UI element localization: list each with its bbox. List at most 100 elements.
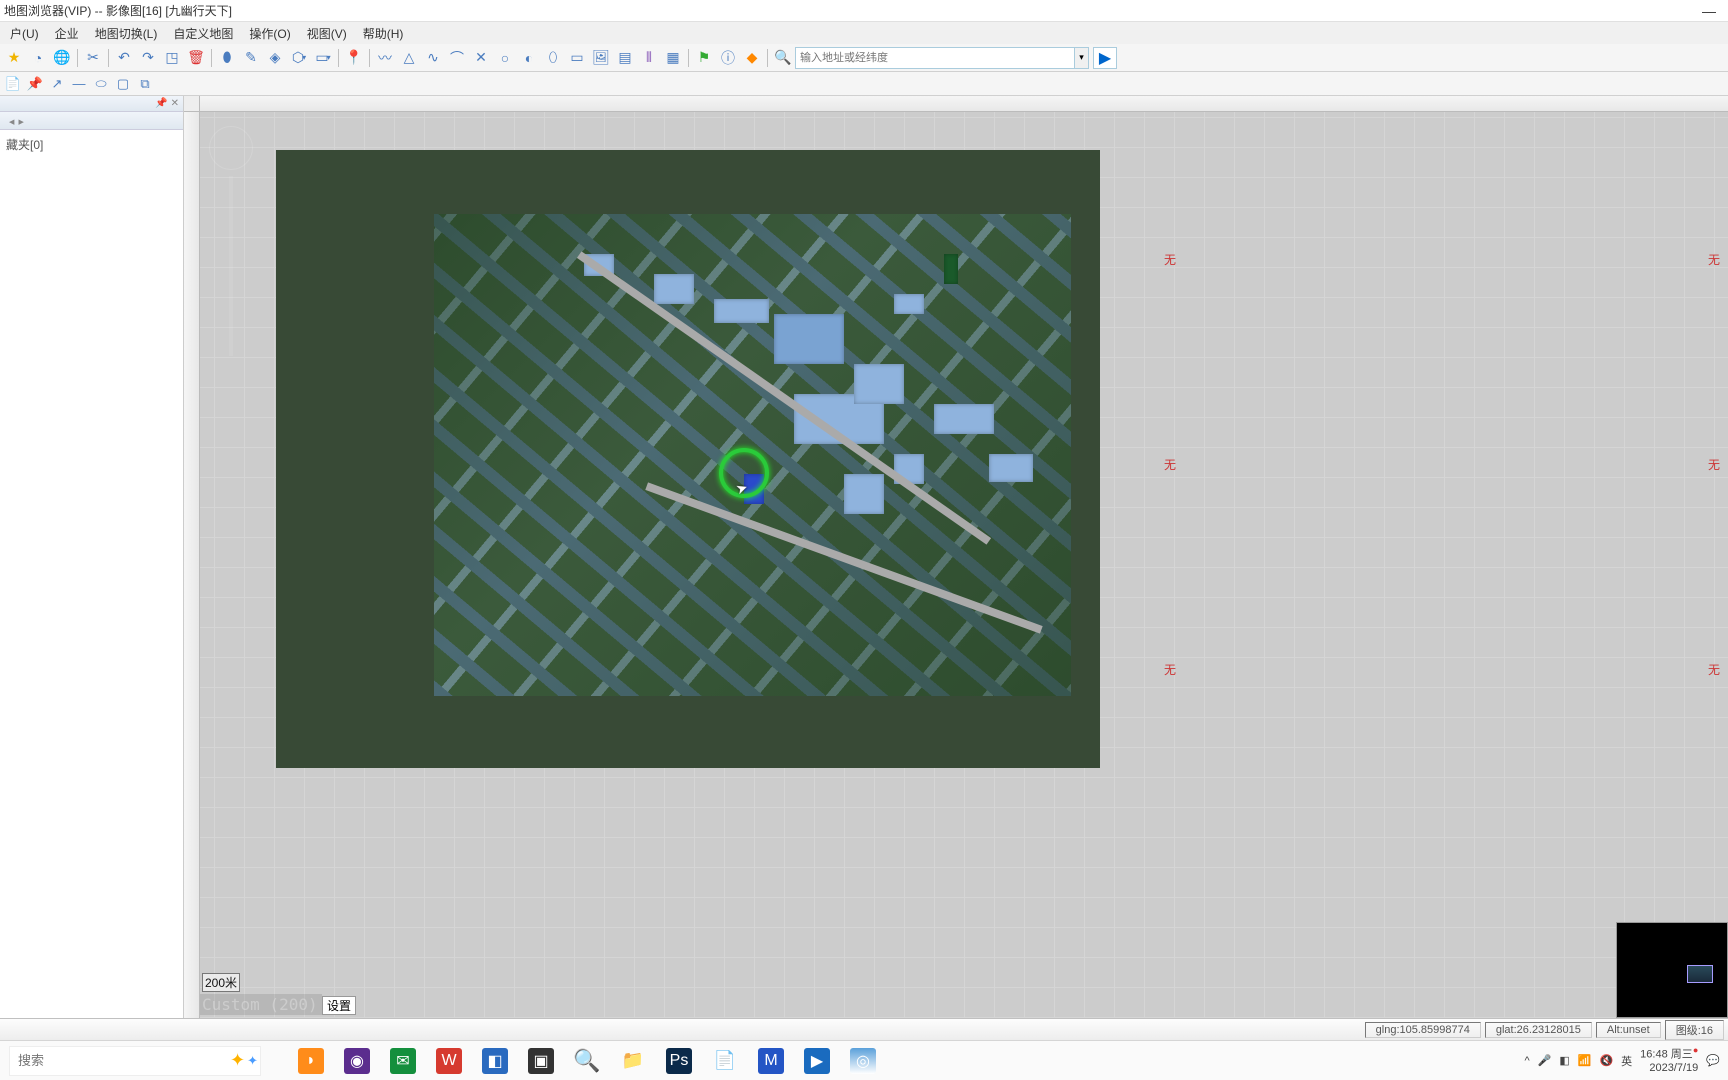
favorite-icon[interactable]: ★ <box>2 46 26 70</box>
app-video-icon[interactable]: ▶ <box>804 1048 830 1074</box>
zoom-slider[interactable] <box>229 176 233 356</box>
oval-icon[interactable]: ⬭ <box>90 74 112 94</box>
tray-notification-icon[interactable]: 💬 <box>1706 1054 1720 1067</box>
sidebar-header: 📌 ✕ <box>0 96 183 112</box>
pin-icon[interactable]: 📍 <box>342 46 366 70</box>
windows-taskbar: ✦✦ ◗ ◉ ✉ W ◧ ▣ 🔍 📁 Ps 📄 M ▶ ◎ ^ 🎤 ◧ 📶 🔇 … <box>0 1040 1728 1080</box>
overview-viewport <box>1687 965 1713 983</box>
no-tile-label: 无 <box>1708 661 1720 678</box>
app-explorer-icon[interactable]: 📁 <box>620 1048 646 1074</box>
no-tile-label: 无 <box>1164 251 1176 268</box>
menu-help[interactable]: 帮助(H) <box>355 22 412 44</box>
overview-map[interactable] <box>1616 922 1728 1018</box>
settings-button[interactable]: 设置 <box>322 996 356 1015</box>
rect-shape-icon[interactable]: ▭ <box>565 46 589 70</box>
flag-icon[interactable]: ⚑ <box>692 46 716 70</box>
tag-icon[interactable]: ◈ <box>263 46 287 70</box>
taskbar-search-input[interactable] <box>10 1047 260 1075</box>
ellipse-icon[interactable]: ⬯ <box>541 46 565 70</box>
app-sketchup-icon[interactable]: ◧ <box>482 1048 508 1074</box>
menu-enterprise[interactable]: 企业 <box>47 22 87 44</box>
status-lng: glng:105.85998774 <box>1365 1022 1481 1038</box>
sidebar-tabbar: ◀ ▶ <box>0 112 183 130</box>
app-wechat-icon[interactable]: ✉ <box>390 1048 416 1074</box>
minimize-button[interactable]: — <box>1694 3 1724 19</box>
pin-panel-icon[interactable]: 📌 <box>155 98 167 109</box>
layer-icon[interactable]: ◆ <box>740 46 764 70</box>
search-go-button[interactable]: ▶ <box>1093 47 1117 69</box>
pushpin-icon[interactable]: 📌 <box>24 74 46 94</box>
status-level: 图级:16 <box>1665 1020 1724 1040</box>
no-tile-label: 无 <box>1708 251 1720 268</box>
address-search-input[interactable] <box>795 47 1075 69</box>
polyline-icon[interactable]: 〰 <box>373 46 397 70</box>
barcode-icon[interactable]: ⦀ <box>637 46 661 70</box>
delete-icon[interactable]: 🗑 <box>184 46 208 70</box>
undo-icon[interactable]: ↶ <box>112 46 136 70</box>
tray-battery-icon[interactable]: ◧ <box>1559 1054 1569 1067</box>
tray-expand-icon[interactable]: ^ <box>1524 1055 1529 1067</box>
info-icon[interactable]: ⓘ <box>716 46 740 70</box>
circle2-icon[interactable]: ◐ <box>517 46 541 70</box>
search-dropdown[interactable]: ▾ <box>1075 47 1089 69</box>
sidebar-tree[interactable]: 藏夹[0] <box>0 130 183 1018</box>
app-m-icon[interactable]: M <box>758 1048 784 1074</box>
polygon-icon[interactable]: △ <box>397 46 421 70</box>
nav-icon[interactable]: ◳ <box>160 46 184 70</box>
taskbar-clock[interactable]: 16:48 周三● 2023/7/19 <box>1640 1045 1698 1075</box>
sidebar-panel: 📌 ✕ ◀ ▶ 藏夹[0] <box>0 96 184 1018</box>
app-terminal-icon[interactable]: ▣ <box>528 1048 554 1074</box>
sidebar-folder-label: 藏夹[0] <box>6 138 43 152</box>
search-tool-icon[interactable]: 🔍 <box>771 46 795 70</box>
app-photoshop-icon[interactable]: Ps <box>666 1048 692 1074</box>
app-purple-icon[interactable]: ◉ <box>344 1048 370 1074</box>
app-browser-icon[interactable]: ◎ <box>850 1048 876 1074</box>
ruler-horizontal <box>200 96 1728 112</box>
menu-user[interactable]: 户(U) <box>2 22 47 44</box>
tray-wifi-icon[interactable]: 📶 <box>1578 1054 1592 1067</box>
window-title: 地图浏览器(VIP) -- 影像图[16] [九幽行天下] <box>4 2 232 19</box>
app-wps-icon[interactable]: W <box>436 1048 462 1074</box>
app-notes-icon[interactable]: 📄 <box>712 1048 738 1074</box>
app-blender-icon[interactable]: ◗ <box>298 1048 324 1074</box>
close-panel-icon[interactable]: ✕ <box>171 98 179 109</box>
shape-menu-icon[interactable]: ⬡▾ <box>287 46 311 70</box>
earth3d-icon[interactable]: 🌐 <box>50 46 74 70</box>
menu-operate[interactable]: 操作(O) <box>241 22 298 44</box>
rect-menu-icon[interactable]: ▭▾ <box>311 46 335 70</box>
arc-icon[interactable]: ⌒ <box>445 46 469 70</box>
document-icon[interactable]: ▤ <box>613 46 637 70</box>
sidebar-tab-favorites[interactable]: ◀ ▶ <box>0 114 32 128</box>
menu-view[interactable]: 视图(V) <box>299 22 355 44</box>
grid-icon[interactable]: ▦ <box>661 46 685 70</box>
menu-custom-map[interactable]: 自定义地图 <box>165 22 241 44</box>
streetview-icon[interactable]: ◔ <box>26 46 50 70</box>
tray-volume-icon[interactable]: 🔇 <box>1599 1054 1613 1067</box>
freeline-icon[interactable]: ∿ <box>421 46 445 70</box>
menu-map-switch[interactable]: 地图切换(L) <box>87 22 166 44</box>
crop-icon[interactable]: ✂ <box>81 46 105 70</box>
statusbar: glng:105.85998774 glat:26.23128015 Alt:u… <box>0 1018 1728 1040</box>
edit-icon[interactable]: ✎ <box>239 46 263 70</box>
file-icon[interactable]: 📄 <box>2 74 24 94</box>
scale-label: 200米 <box>202 973 240 992</box>
redo-icon[interactable]: ↷ <box>136 46 160 70</box>
compass-control[interactable] <box>209 126 253 170</box>
cross-icon[interactable]: ✕ <box>469 46 493 70</box>
tray-ime-label[interactable]: 英 <box>1621 1053 1632 1069</box>
tray-mic-icon[interactable]: 🎤 <box>1538 1054 1552 1067</box>
app-search-icon[interactable]: 🔍 <box>574 1048 600 1074</box>
arrow-icon[interactable]: ↗ <box>46 74 68 94</box>
no-tile-label: 无 <box>1164 456 1176 473</box>
map-canvas[interactable]: ➤ 无 无 无 无 无 无 200米 Custom (200) 设置 <box>184 96 1728 1018</box>
circle-icon[interactable]: ○ <box>493 46 517 70</box>
system-tray: ^ 🎤 ◧ 📶 🔇 英 16:48 周三● 2023/7/19 💬 <box>1524 1045 1728 1075</box>
marker-icon[interactable]: ⬮ <box>215 46 239 70</box>
boxes-icon[interactable]: ⧉ <box>134 74 156 94</box>
ruler-vertical <box>184 112 200 1018</box>
line-icon[interactable]: — <box>68 74 90 94</box>
box-icon[interactable]: ▢ <box>112 74 134 94</box>
image-icon[interactable]: 🖼 <box>589 46 613 70</box>
secondary-toolbar: 📄 📌 ↗ — ⬭ ▢ ⧉ <box>0 72 1728 96</box>
copilot-icon[interactable]: ✦✦ <box>230 1050 258 1071</box>
